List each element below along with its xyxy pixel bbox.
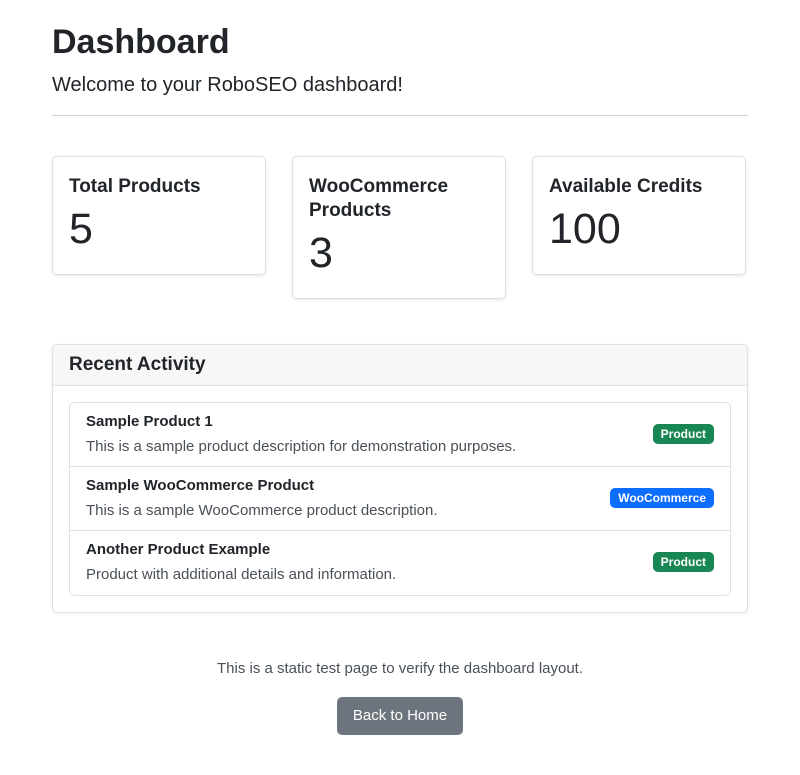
stat-label: Available Credits: [549, 176, 703, 197]
stat-value: 5: [69, 205, 93, 253]
page-title: Dashboard: [52, 23, 230, 61]
list-item: Another Product Example Product with add…: [70, 531, 730, 595]
item-title: Sample Product 1: [86, 413, 213, 430]
activity-list: Sample Product 1 This is a sample produc…: [69, 402, 731, 596]
stat-label: WooCommerce Products: [309, 176, 449, 221]
item-description: This is a sample product description for…: [86, 438, 517, 455]
divider: [52, 115, 748, 116]
list-item: Sample Product 1 This is a sample produc…: [70, 403, 730, 467]
back-to-home-button[interactable]: Back to Home: [337, 697, 463, 735]
stat-value: 100: [549, 205, 621, 253]
stat-card-woocommerce-products: WooCommerce Products 3: [292, 156, 506, 299]
woocommerce-badge: WooCommerce: [610, 488, 714, 508]
recent-activity-header: Recent Activity: [53, 345, 747, 386]
product-badge: Product: [652, 552, 714, 572]
item-description: Product with additional details and info…: [86, 566, 397, 583]
item-title: Another Product Example: [86, 541, 271, 558]
stat-value: 3: [309, 229, 333, 277]
stat-card-total-products: Total Products 5: [52, 156, 266, 275]
footer-note: This is a static test page to verify the…: [216, 660, 584, 677]
recent-activity-card: Recent Activity Sample Product 1 This is…: [52, 344, 748, 613]
product-badge: Product: [652, 424, 714, 444]
welcome-text: Welcome to your RoboSEO dashboard!: [52, 74, 403, 96]
stat-label: Total Products: [69, 176, 201, 197]
list-item: Sample WooCommerce Product This is a sam…: [70, 467, 730, 531]
stat-card-available-credits: Available Credits 100: [532, 156, 746, 275]
